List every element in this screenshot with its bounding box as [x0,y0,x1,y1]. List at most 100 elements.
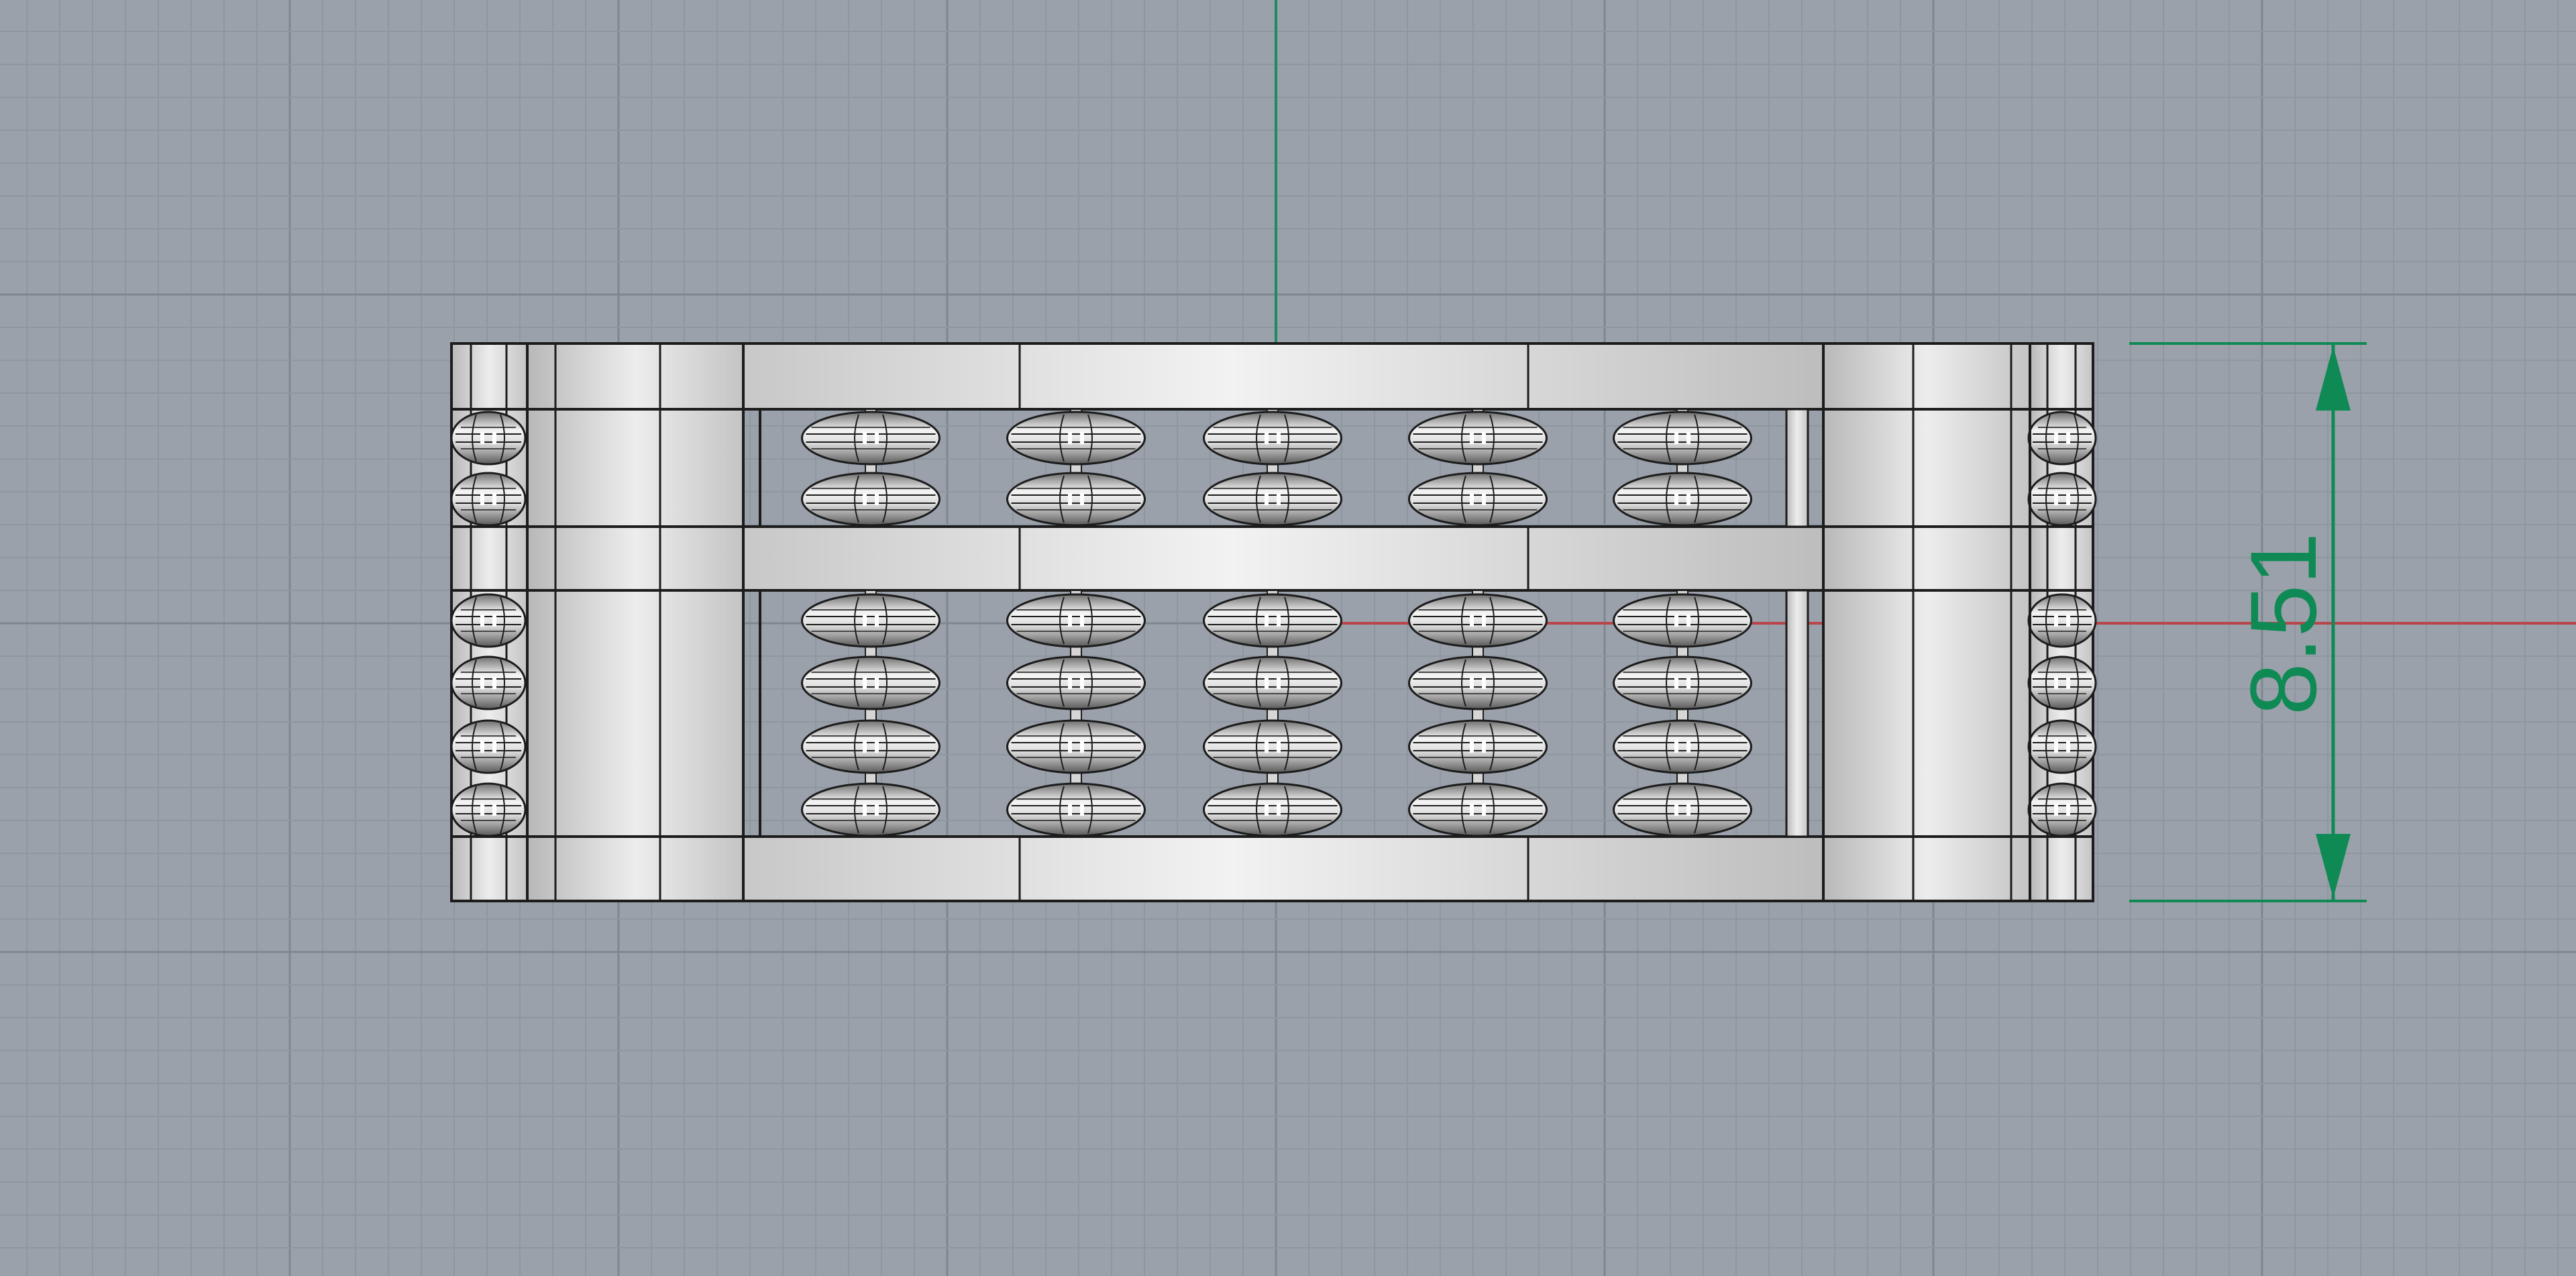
bead-body [450,782,527,837]
bead-highlight [1686,804,1690,816]
bead-highlight [2054,677,2058,689]
bead-body [450,593,527,648]
bead-highlight [492,432,496,444]
abacus-bead [801,655,941,710]
middle-beam [742,525,1825,592]
abacus-bead [1408,593,1548,648]
edge-bead [2027,782,2097,837]
bead-highlight [1265,493,1269,505]
bead-body [1203,472,1342,527]
edge-bead [450,411,527,466]
bead-highlight [875,493,879,505]
edge-bead [450,593,527,648]
bead-body [1613,782,1752,837]
bead-body [1006,782,1146,837]
bead-highlight [1277,741,1281,753]
bead-highlight [1470,804,1474,816]
abacus-bead [1203,782,1342,837]
bead-highlight [492,615,496,627]
bead-highlight [863,493,867,505]
right-window-strip [1785,408,1809,528]
top-rail [742,342,1825,411]
bead-highlight [2066,804,2070,816]
viewport-canvas[interactable]: 8.51 [0,0,2576,1276]
bead-highlight [1080,615,1084,627]
bead-body [801,655,941,710]
bead-highlight [863,804,867,816]
abacus-bead [801,593,941,648]
bead-body [801,593,941,648]
bead-highlight [1482,432,1486,444]
bead-highlight [480,741,484,753]
bead-body [1006,655,1146,710]
bead-body [801,411,941,466]
bead-body [2027,782,2097,837]
bead-highlight [875,804,879,816]
bead-highlight [863,741,867,753]
edge-bead [2027,655,2097,710]
bead-body [1203,593,1342,648]
bead-body [2027,593,2097,648]
bead-highlight [875,432,879,444]
bead-highlight [480,493,484,505]
bottom-rail [742,835,1825,902]
bead-highlight [1686,615,1690,627]
bead-highlight [875,677,879,689]
abacus-bead [1613,655,1752,710]
bead-highlight [1080,432,1084,444]
bead-highlight [2054,741,2058,753]
bead-body [1408,593,1548,648]
abacus-bead [1408,655,1548,710]
bead-highlight [1482,615,1486,627]
bead-highlight [863,615,867,627]
bead-highlight [2054,432,2058,444]
bead-highlight [1265,804,1269,816]
bead-body [1203,782,1342,837]
bead-highlight [492,741,496,753]
bead-highlight [492,677,496,689]
bead-highlight [1674,493,1678,505]
right-inner-post [1822,342,2031,902]
abacus-bead [1613,593,1752,648]
bead-highlight [1080,677,1084,689]
bead-highlight [1686,741,1690,753]
bead-highlight [2054,615,2058,627]
bead-body [801,472,941,527]
bead-body [1408,655,1548,710]
bead-highlight [1674,432,1678,444]
abacus-bead [1613,472,1752,527]
edge-bead [450,719,527,774]
bead-highlight [1068,615,1072,627]
abacus-bead [1006,719,1146,774]
bead-body [1006,411,1146,466]
bead-highlight [480,804,484,816]
bead-highlight [875,741,879,753]
bead-highlight [1265,677,1269,689]
bead-highlight [863,677,867,689]
bead-highlight [1686,493,1690,505]
bead-highlight [1277,615,1281,627]
abacus-ring-model[interactable] [450,342,2097,902]
bead-highlight [1686,432,1690,444]
bead-highlight [1470,677,1474,689]
bead-highlight [1674,677,1678,689]
bead-body [450,719,527,774]
abacus-bead [801,782,941,837]
bead-highlight [875,615,879,627]
bead-highlight [1068,432,1072,444]
bead-body [1613,719,1752,774]
abacus-bead [1203,593,1342,648]
abacus-bead [1408,472,1548,527]
bead-highlight [1277,432,1281,444]
bead-highlight [1482,804,1486,816]
bead-highlight [492,493,496,505]
abacus-bead [1408,411,1548,466]
bead-highlight [1068,741,1072,753]
bead-highlight [1674,804,1678,816]
abacus-bead [1203,472,1342,527]
edge-bead [450,655,527,710]
dimension-arrow-top [2316,346,2351,411]
edge-bead [450,782,527,837]
rhino-front-viewport[interactable]: 8.51 [0,0,2576,1276]
abacus-bead [801,472,941,527]
